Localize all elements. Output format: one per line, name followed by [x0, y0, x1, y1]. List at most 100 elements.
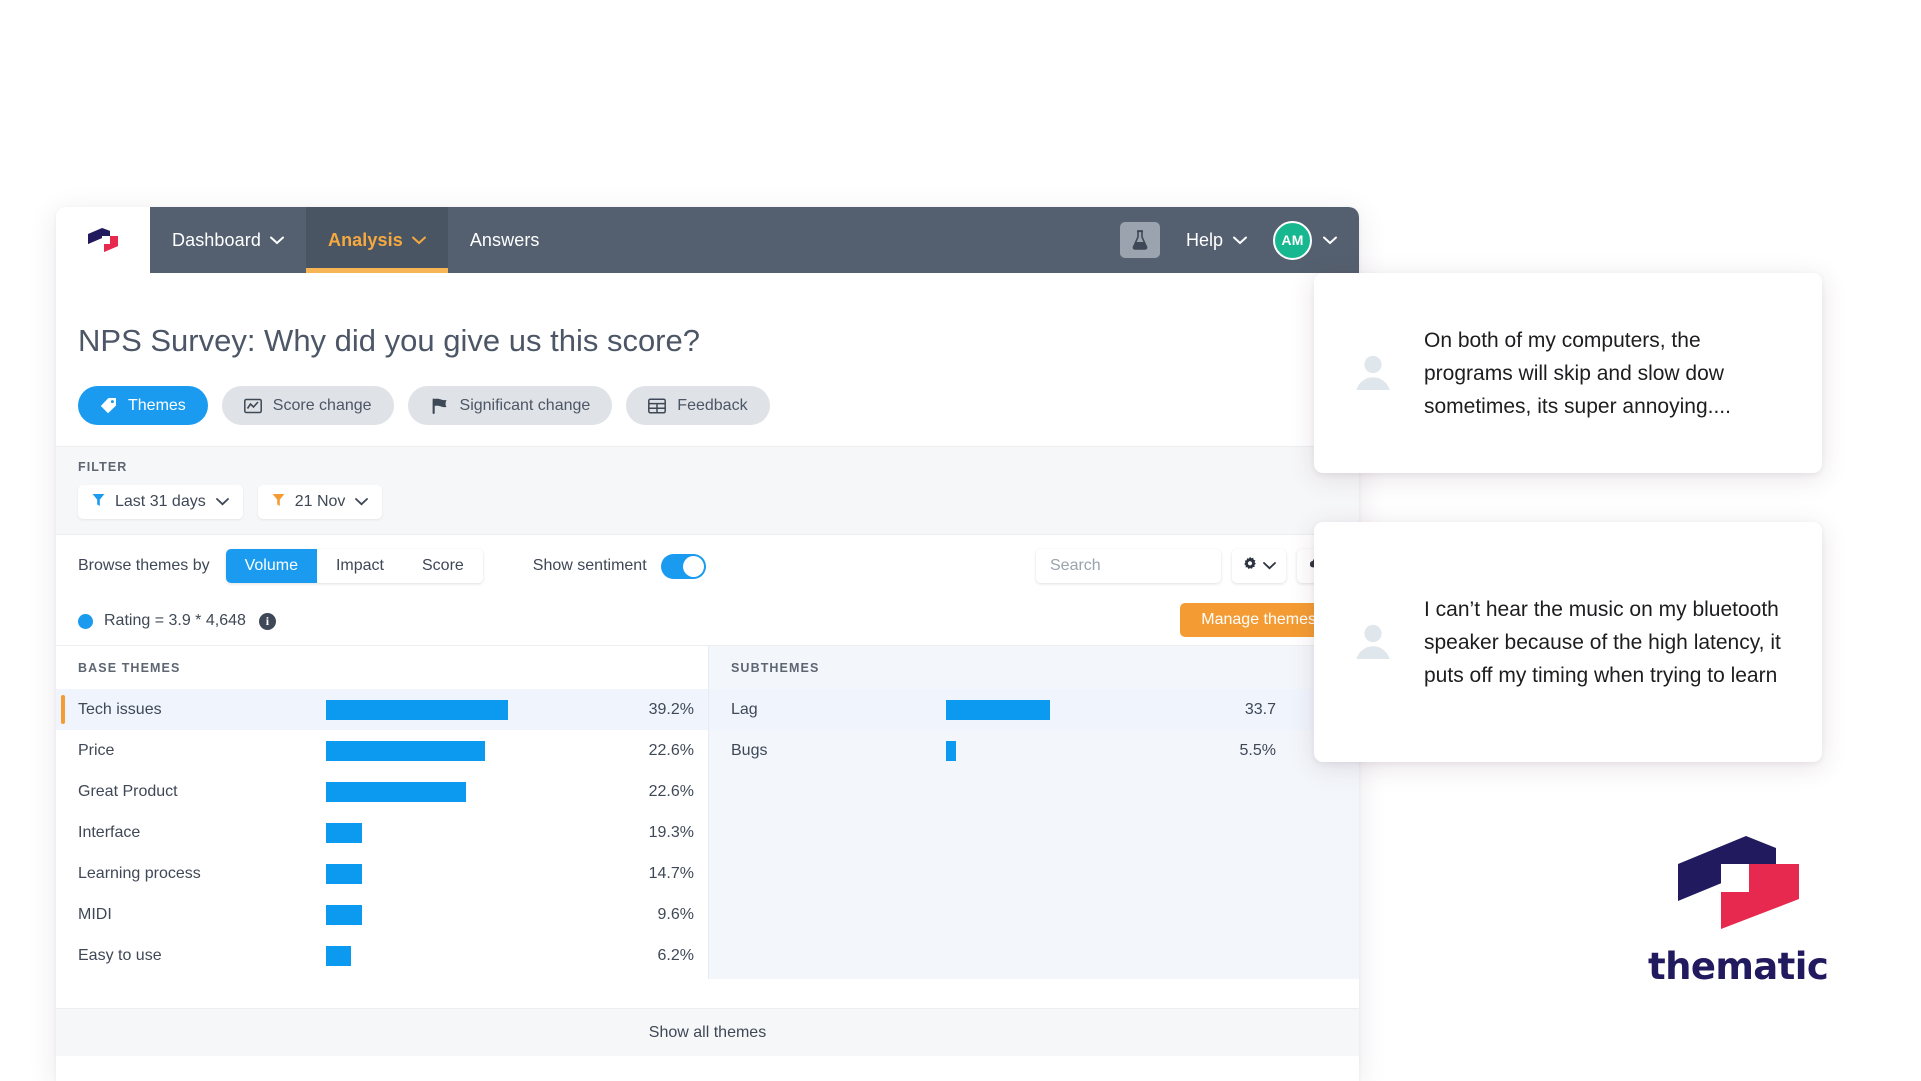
subtheme-value: 5.5% [1186, 742, 1276, 760]
theme-value: 9.6% [606, 906, 694, 924]
screenshot-root: Dashboard Analysis Answers [0, 0, 1921, 1081]
tab-score-change[interactable]: Score change [222, 386, 394, 425]
theme-name: MIDI [56, 906, 326, 924]
bar-cell [326, 853, 606, 894]
theme-name: Learning process [56, 865, 326, 883]
browse-toolbar: Browse themes by Volume Impact Score Sho… [56, 535, 1359, 597]
nav-item-label: Dashboard [172, 230, 261, 251]
toggle-knob [683, 556, 704, 577]
funnel-icon [272, 493, 285, 512]
tab-significant-change[interactable]: Significant change [408, 386, 613, 425]
bar-cell [326, 894, 606, 935]
tag-icon [100, 397, 117, 414]
theme-bar [326, 782, 466, 802]
filter-chip-group: Last 31 days 21 Nov [78, 485, 1359, 519]
theme-name: Easy to use [56, 947, 326, 965]
bar-cell [326, 771, 606, 812]
table-row[interactable]: Tech issues 39.2% [56, 689, 708, 730]
settings-menu-button[interactable] [1232, 549, 1286, 583]
funnel-icon [92, 493, 105, 512]
show-sentiment-toggle[interactable] [661, 554, 706, 579]
segment-impact[interactable]: Impact [317, 549, 403, 583]
nav-item-answers[interactable]: Answers [448, 207, 562, 273]
app-logo[interactable] [56, 207, 150, 273]
theme-value: 39.2% [606, 701, 694, 719]
filter-label: FILTER [78, 460, 1359, 474]
theme-bar [326, 700, 508, 720]
nav-item-help[interactable]: Help [1186, 230, 1247, 251]
search-box[interactable] [1036, 549, 1221, 583]
show-sentiment-control: Show sentiment [533, 554, 706, 579]
chevron-down-icon [355, 493, 368, 511]
theme-value: 6.2% [606, 947, 694, 965]
top-navigation-bar: Dashboard Analysis Answers [56, 207, 1359, 273]
thematic-logo-icon [86, 224, 120, 256]
tab-label: Themes [128, 397, 186, 415]
table-row[interactable]: Bugs 5.5% [709, 730, 1359, 771]
base-themes-panel: BASE THEMES Tech issues 39.2% Price 22.6… [56, 646, 708, 979]
nav-item-label: Answers [470, 230, 540, 251]
tab-themes[interactable]: Themes [78, 386, 208, 425]
avatar: AM [1273, 221, 1312, 260]
table-row[interactable]: Easy to use 6.2% [56, 935, 708, 976]
filter-chip-date[interactable]: 21 Nov [258, 485, 383, 519]
browse-mode-segmented-control: Volume Impact Score [226, 549, 483, 583]
beaker-icon[interactable] [1120, 222, 1160, 258]
segment-score[interactable]: Score [403, 549, 483, 583]
rating-row: Rating = 3.9 * 4,648 i Manage themes [56, 597, 1359, 645]
help-label: Help [1186, 230, 1223, 251]
page-title: NPS Survey: Why did you give us this sco… [56, 273, 1359, 359]
filter-chip-date-range[interactable]: Last 31 days [78, 485, 243, 519]
search-input[interactable] [1050, 557, 1257, 575]
user-menu[interactable]: AM [1273, 221, 1337, 260]
table-row[interactable]: Price 22.6% [56, 730, 708, 771]
base-themes-rows: Tech issues 39.2% Price 22.6% Great Prod… [56, 689, 708, 979]
theme-bar [326, 864, 362, 884]
table-row[interactable]: Interface 19.3% [56, 812, 708, 853]
bar-cell [326, 812, 606, 853]
nav-item-dashboard[interactable]: Dashboard [150, 207, 306, 273]
segment-volume[interactable]: Volume [226, 549, 317, 583]
subtheme-name: Lag [709, 701, 946, 719]
subtheme-name: Bugs [709, 742, 946, 760]
feedback-comment-card: I can’t hear the music on my bluetooth s… [1314, 522, 1822, 762]
chevron-down-icon [412, 236, 426, 245]
table-row[interactable]: Great Product 22.6% [56, 771, 708, 812]
browse-themes-by-label: Browse themes by [78, 557, 210, 575]
theme-value: 22.6% [606, 742, 694, 760]
theme-bar [326, 946, 351, 966]
theme-bar [326, 905, 362, 925]
legend-dot [78, 614, 93, 629]
comment-text: I can’t hear the music on my bluetooth s… [1424, 593, 1786, 692]
info-icon[interactable]: i [259, 613, 276, 630]
toolbar-right-group [1036, 549, 1337, 583]
thematic-logo-icon [1666, 826, 1811, 931]
base-themes-header: BASE THEMES [56, 646, 708, 689]
user-avatar-icon [1350, 348, 1396, 399]
theme-name: Price [56, 742, 326, 760]
grid-icon [648, 398, 666, 414]
chevron-down-icon [1233, 236, 1247, 245]
theme-value: 14.7% [606, 865, 694, 883]
show-all-themes-button[interactable]: Show all themes [56, 1008, 1359, 1056]
nav-item-analysis[interactable]: Analysis [306, 207, 448, 273]
bar-cell [946, 730, 1186, 771]
flag-icon [430, 397, 449, 415]
subtheme-value: 33.7 [1186, 701, 1276, 719]
table-row[interactable]: Lag 33.7 [709, 689, 1359, 730]
nav-bar: Dashboard Analysis Answers [150, 207, 1359, 273]
filter-chip-label: 21 Nov [295, 493, 346, 511]
theme-bar [326, 823, 362, 843]
themes-area: BASE THEMES Tech issues 39.2% Price 22.6… [56, 645, 1359, 979]
tab-feedback[interactable]: Feedback [626, 386, 769, 425]
theme-value: 19.3% [606, 824, 694, 842]
subtheme-bar [946, 741, 956, 761]
chevron-down-icon [270, 236, 284, 245]
table-row[interactable]: MIDI 9.6% [56, 894, 708, 935]
comment-text: On both of my computers, the programs wi… [1424, 324, 1786, 423]
thematic-brand: thematic [1648, 826, 1828, 988]
user-avatar-icon [1350, 617, 1396, 668]
chevron-down-icon [216, 493, 229, 511]
row-selected-marker [61, 695, 65, 724]
table-row[interactable]: Learning process 14.7% [56, 853, 708, 894]
